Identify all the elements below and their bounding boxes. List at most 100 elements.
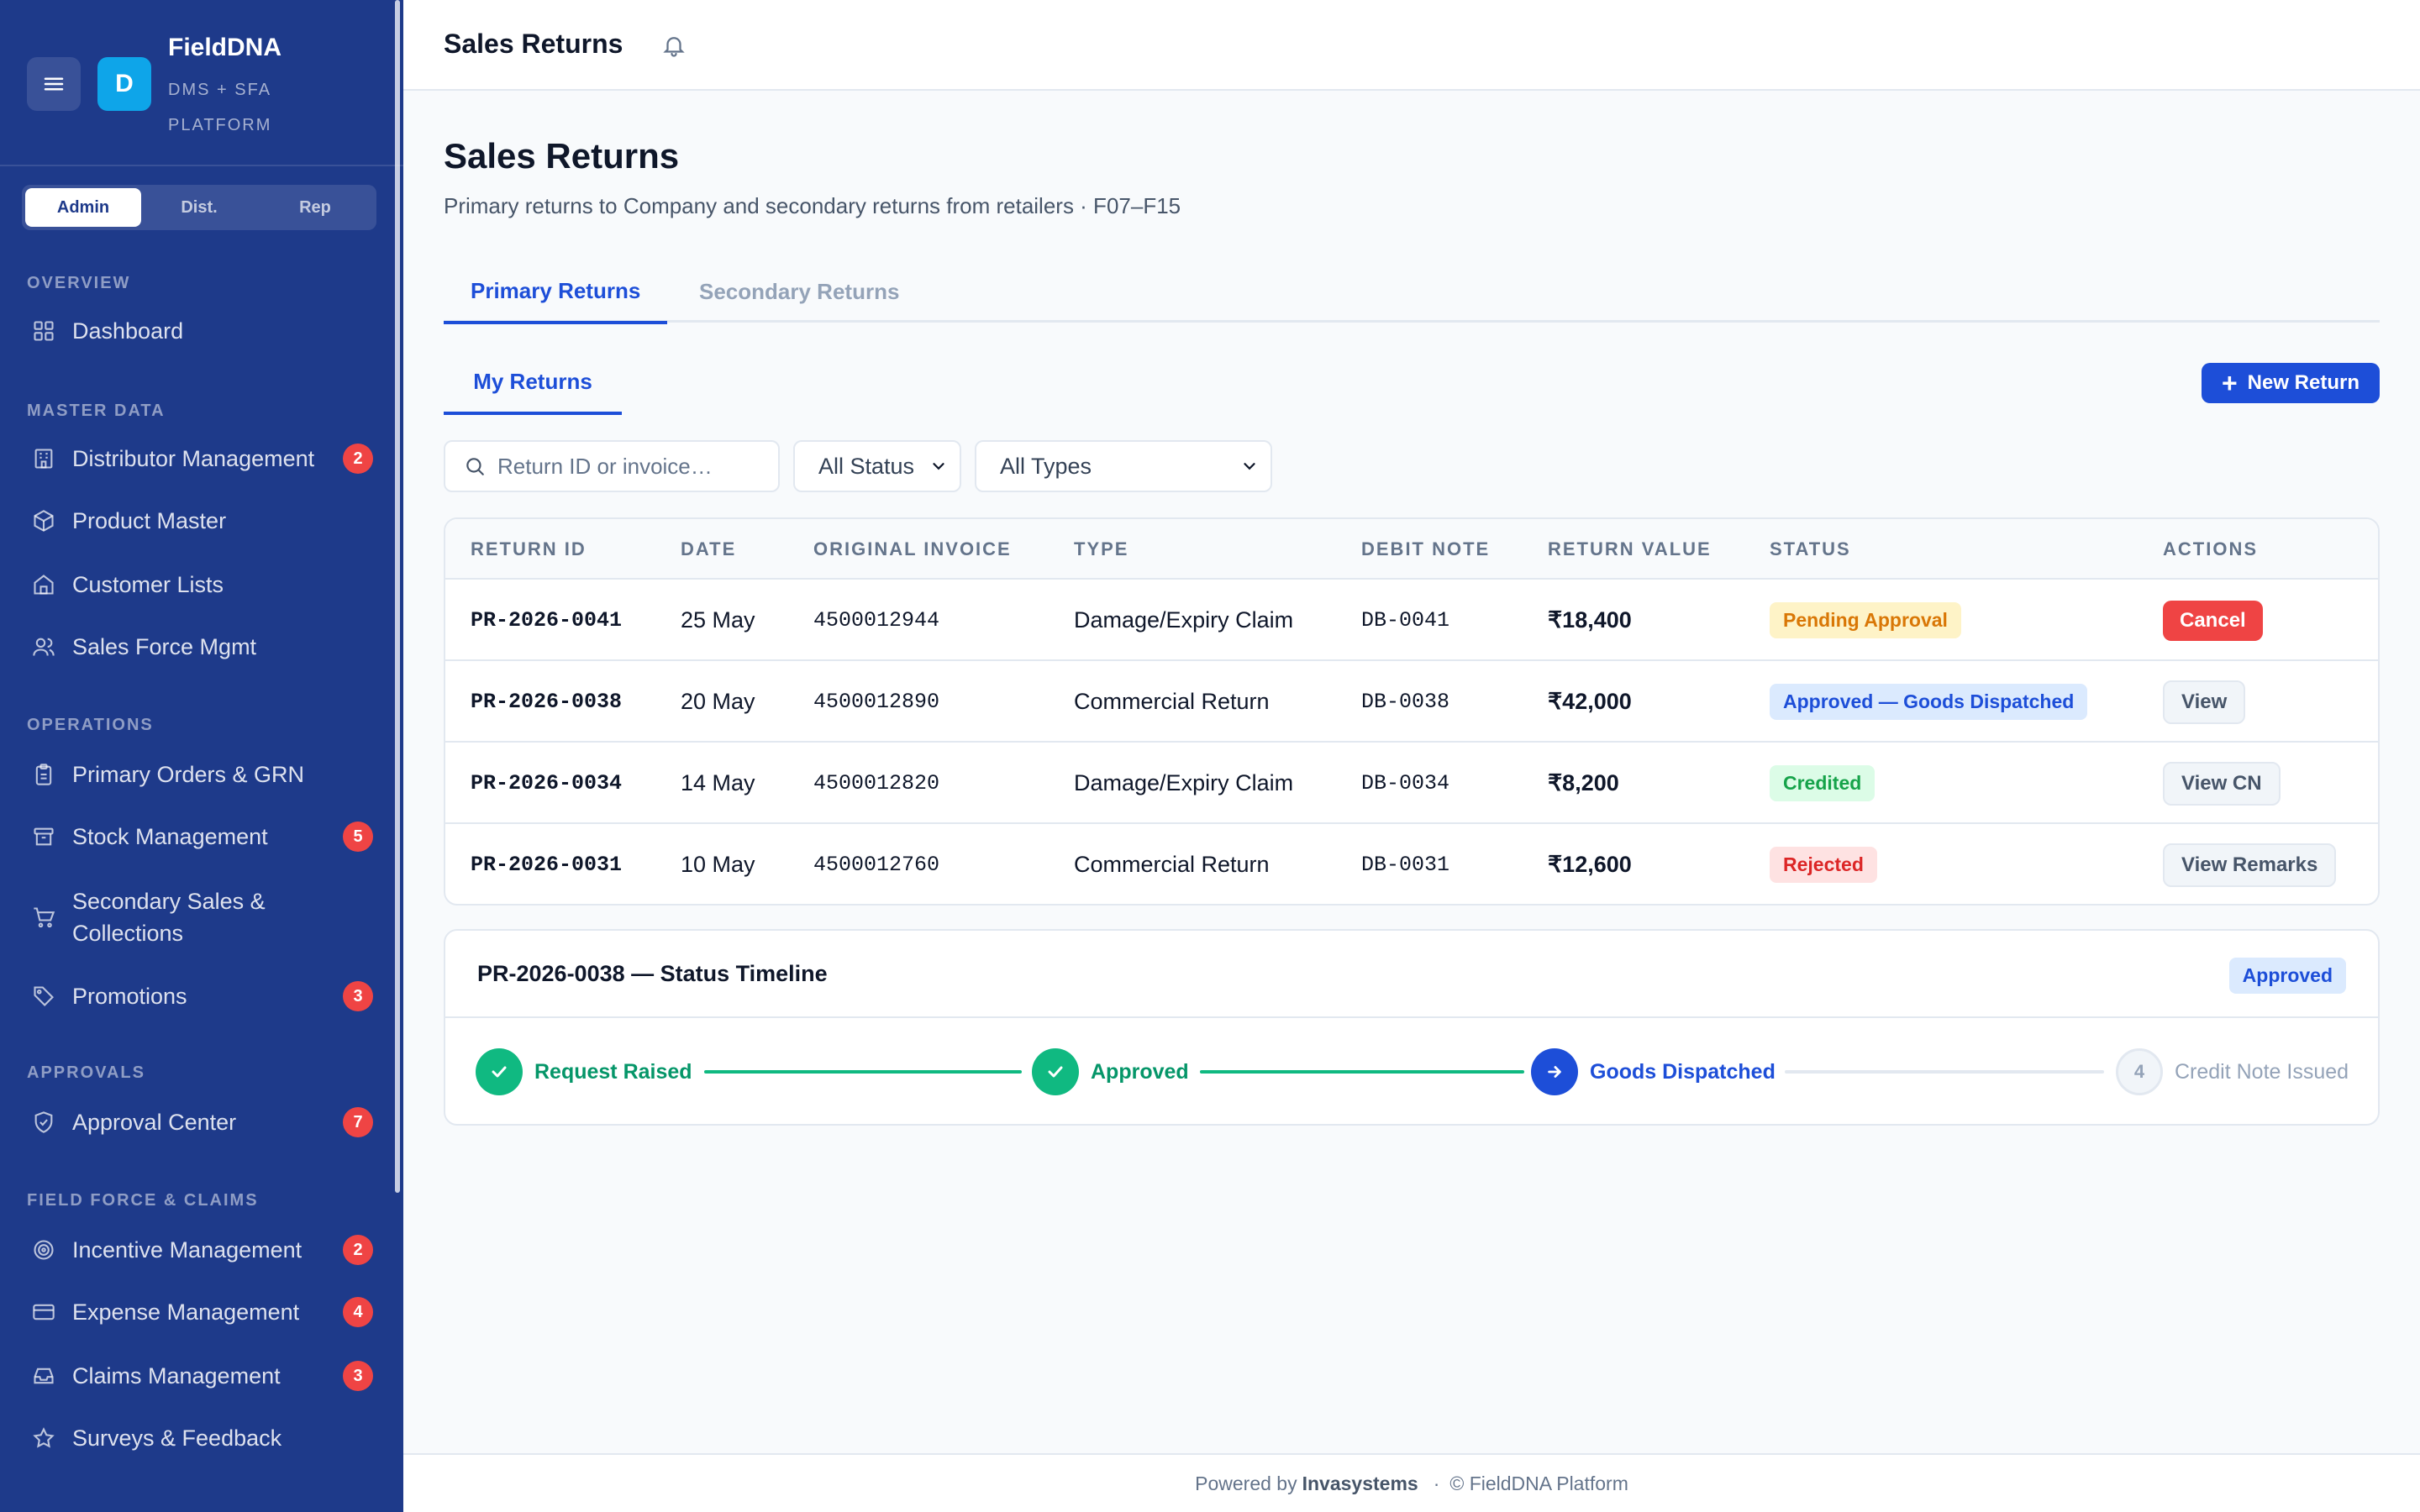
return-date: 10 May xyxy=(681,852,755,877)
return-date: 14 May xyxy=(681,770,755,795)
timeline-connector xyxy=(1785,1070,2104,1074)
timeline-step-credit-note: 4 Credit Note Issued xyxy=(2116,1048,2349,1095)
return-date: 25 May xyxy=(681,607,755,633)
role-admin-button[interactable]: Admin xyxy=(25,188,141,227)
chevron-down-icon xyxy=(933,463,944,470)
brand-header: D FieldDNA DMS + SFA PLATFORM xyxy=(0,0,403,166)
actions-cell: Cancel xyxy=(2163,580,2263,661)
role-rep-button[interactable]: Rep xyxy=(257,188,373,227)
tag-icon xyxy=(27,979,60,1013)
table-row[interactable]: PR-2026-0041 25 May 4500012944 Damage/Ex… xyxy=(445,580,2378,661)
debit-note: DB-0041 xyxy=(1361,608,1450,633)
sidebar-item-label: Surveys & Feedback xyxy=(72,1425,282,1451)
sidebar-item-label: Product Master xyxy=(72,508,227,533)
sidebar-item-secondary-sales[interactable]: Secondary Sales & Collections xyxy=(27,885,373,949)
original-invoice: 4500012944 xyxy=(813,608,940,633)
return-type: Commercial Return xyxy=(1074,689,1270,714)
sidebar-item-label: Distributor Management xyxy=(72,446,315,471)
table-row[interactable]: PR-2026-0038 20 May 4500012890 Commercia… xyxy=(445,661,2378,743)
sidebar-item-label: Expense Management xyxy=(72,1299,300,1325)
column-header: DEBIT NOTE xyxy=(1361,538,1491,559)
sidebar-item-incentive-management[interactable]: Incentive Management 2 xyxy=(27,1233,373,1267)
column-header: ORIGINAL INVOICE xyxy=(813,538,1012,559)
sidebar-item-approval-center[interactable]: Approval Center 7 xyxy=(27,1105,373,1139)
sidebar-item-distributor-management[interactable]: Distributor Management 2 xyxy=(27,442,373,475)
type-filter-select[interactable]: All Types xyxy=(975,440,1272,492)
view-remarks-button[interactable]: View Remarks xyxy=(2163,843,2337,887)
step-number: 4 xyxy=(2116,1048,2163,1095)
sidebar-scrollbar[interactable] xyxy=(395,0,400,1193)
sidebar-item-label: Incentive Management xyxy=(72,1237,302,1263)
status-cell: Pending Approval xyxy=(1770,580,1961,661)
column-header: RETURN VALUE xyxy=(1548,538,1712,559)
subtab-my-returns[interactable]: My Returns xyxy=(444,351,622,415)
view-button[interactable]: View xyxy=(2163,680,2246,724)
status-filter-select[interactable]: All Status xyxy=(793,440,961,492)
footer-separator: · xyxy=(1433,1472,1440,1494)
return-type: Damage/Expiry Claim xyxy=(1074,770,1294,795)
timeline-step-approved: Approved xyxy=(1032,1048,1189,1095)
search-input[interactable] xyxy=(497,453,766,480)
section-master-data: MASTER DATA xyxy=(27,402,166,420)
footer-company: Invasystems xyxy=(1302,1472,1418,1494)
arrow-right-icon xyxy=(1531,1048,1578,1095)
page-title: Sales Returns xyxy=(444,136,680,176)
store-icon xyxy=(27,568,60,601)
footer-copyright: © FieldDNA Platform xyxy=(1449,1472,1628,1494)
timeline-connector xyxy=(1200,1070,1524,1074)
return-value: ₹42,000 xyxy=(1548,689,1632,714)
section-field-force: FIELD FORCE & CLAIMS xyxy=(27,1191,259,1210)
sidebar-item-expense-management[interactable]: Expense Management 4 xyxy=(27,1295,373,1329)
timeline-header: PR-2026-0038 — Status Timeline Approved xyxy=(445,931,2378,1018)
check-icon xyxy=(476,1048,523,1095)
shield-check-icon xyxy=(27,1105,60,1139)
sidebar-item-label: Dashboard xyxy=(72,318,184,344)
return-type: Commercial Return xyxy=(1074,852,1270,877)
original-invoice: 4500012890 xyxy=(813,690,940,714)
count-badge: 3 xyxy=(343,981,373,1011)
actions-cell: View xyxy=(2163,661,2246,743)
sidebar-item-dashboard[interactable]: Dashboard xyxy=(27,314,373,348)
timeline-step-goods-dispatched: Goods Dispatched xyxy=(1531,1048,1776,1095)
count-badge: 4 xyxy=(343,1297,373,1327)
sidebar-item-stock-management[interactable]: Stock Management 5 xyxy=(27,820,373,853)
column-header: DATE xyxy=(681,538,737,559)
sidebar-item-primary-orders[interactable]: Primary Orders & GRN xyxy=(27,758,373,791)
sidebar-item-label: Secondary Sales & Collections xyxy=(72,889,266,946)
search-field[interactable] xyxy=(444,440,780,492)
table-header: RETURN ID DATE ORIGINAL INVOICE TYPE DEB… xyxy=(445,519,2378,580)
return-id: PR-2026-0038 xyxy=(471,690,623,714)
sidebar-item-label: Promotions xyxy=(72,984,187,1009)
table-row[interactable]: PR-2026-0034 14 May 4500012820 Damage/Ex… xyxy=(445,743,2378,824)
credit-card-icon xyxy=(27,1295,60,1329)
column-header: STATUS xyxy=(1770,538,1851,559)
sidebar-item-claims-management[interactable]: Claims Management 3 xyxy=(27,1359,373,1393)
chevron-down-icon xyxy=(1244,463,1255,470)
sidebar-item-surveys[interactable]: Surveys & Feedback xyxy=(27,1421,373,1455)
view-cn-button[interactable]: View CN xyxy=(2163,761,2281,806)
cancel-button[interactable]: Cancel xyxy=(2163,600,2263,641)
sidebar-item-promotions[interactable]: Promotions 3 xyxy=(27,979,373,1013)
bell-icon[interactable] xyxy=(657,29,691,62)
new-return-button[interactable]: + New Return xyxy=(2202,363,2380,403)
footer: Powered by Invasystems · © FieldDNA Plat… xyxy=(403,1453,2420,1512)
sidebar-item-sales-force[interactable]: Sales Force Mgmt xyxy=(27,630,373,664)
sidebar-item-product-master[interactable]: Product Master xyxy=(27,504,373,538)
table-row[interactable]: PR-2026-0031 10 May 4500012760 Commercia… xyxy=(445,824,2378,904)
tab-secondary-returns[interactable]: Secondary Returns xyxy=(672,260,926,323)
timeline-connector xyxy=(704,1070,1022,1074)
return-id: PR-2026-0031 xyxy=(471,853,623,877)
archive-icon xyxy=(27,820,60,853)
role-distributor-button[interactable]: Dist. xyxy=(141,188,257,227)
tab-bar: Primary Returns Secondary Returns xyxy=(444,260,2380,324)
menu-toggle-button[interactable] xyxy=(27,57,81,111)
section-approvals: APPROVALS xyxy=(27,1063,145,1082)
sidebar-item-customer-lists[interactable]: Customer Lists xyxy=(27,568,373,601)
step-label: Credit Note Issued xyxy=(2175,1059,2349,1084)
count-badge: 3 xyxy=(343,1361,373,1391)
return-value: ₹8,200 xyxy=(1548,770,1619,795)
box-icon xyxy=(27,504,60,538)
tab-primary-returns[interactable]: Primary Returns xyxy=(444,260,668,324)
debit-note: DB-0038 xyxy=(1361,690,1450,714)
return-value: ₹18,400 xyxy=(1548,607,1632,633)
